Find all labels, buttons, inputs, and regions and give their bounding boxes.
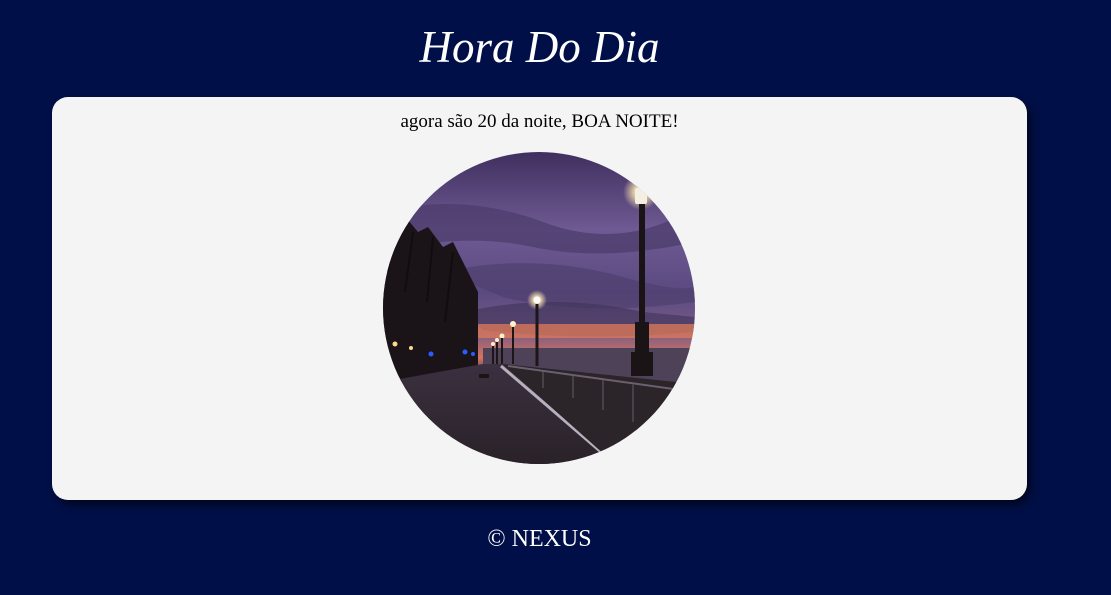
footer-copyright: © NEXUS [487,526,592,552]
page-title: Hora Do Dia [419,22,660,72]
time-of-day-card: agora são 20 da noite, BOA NOITE! [52,97,1027,500]
night-image [383,152,695,464]
greeting-text: agora são 20 da noite, BOA NOITE! [400,111,679,132]
